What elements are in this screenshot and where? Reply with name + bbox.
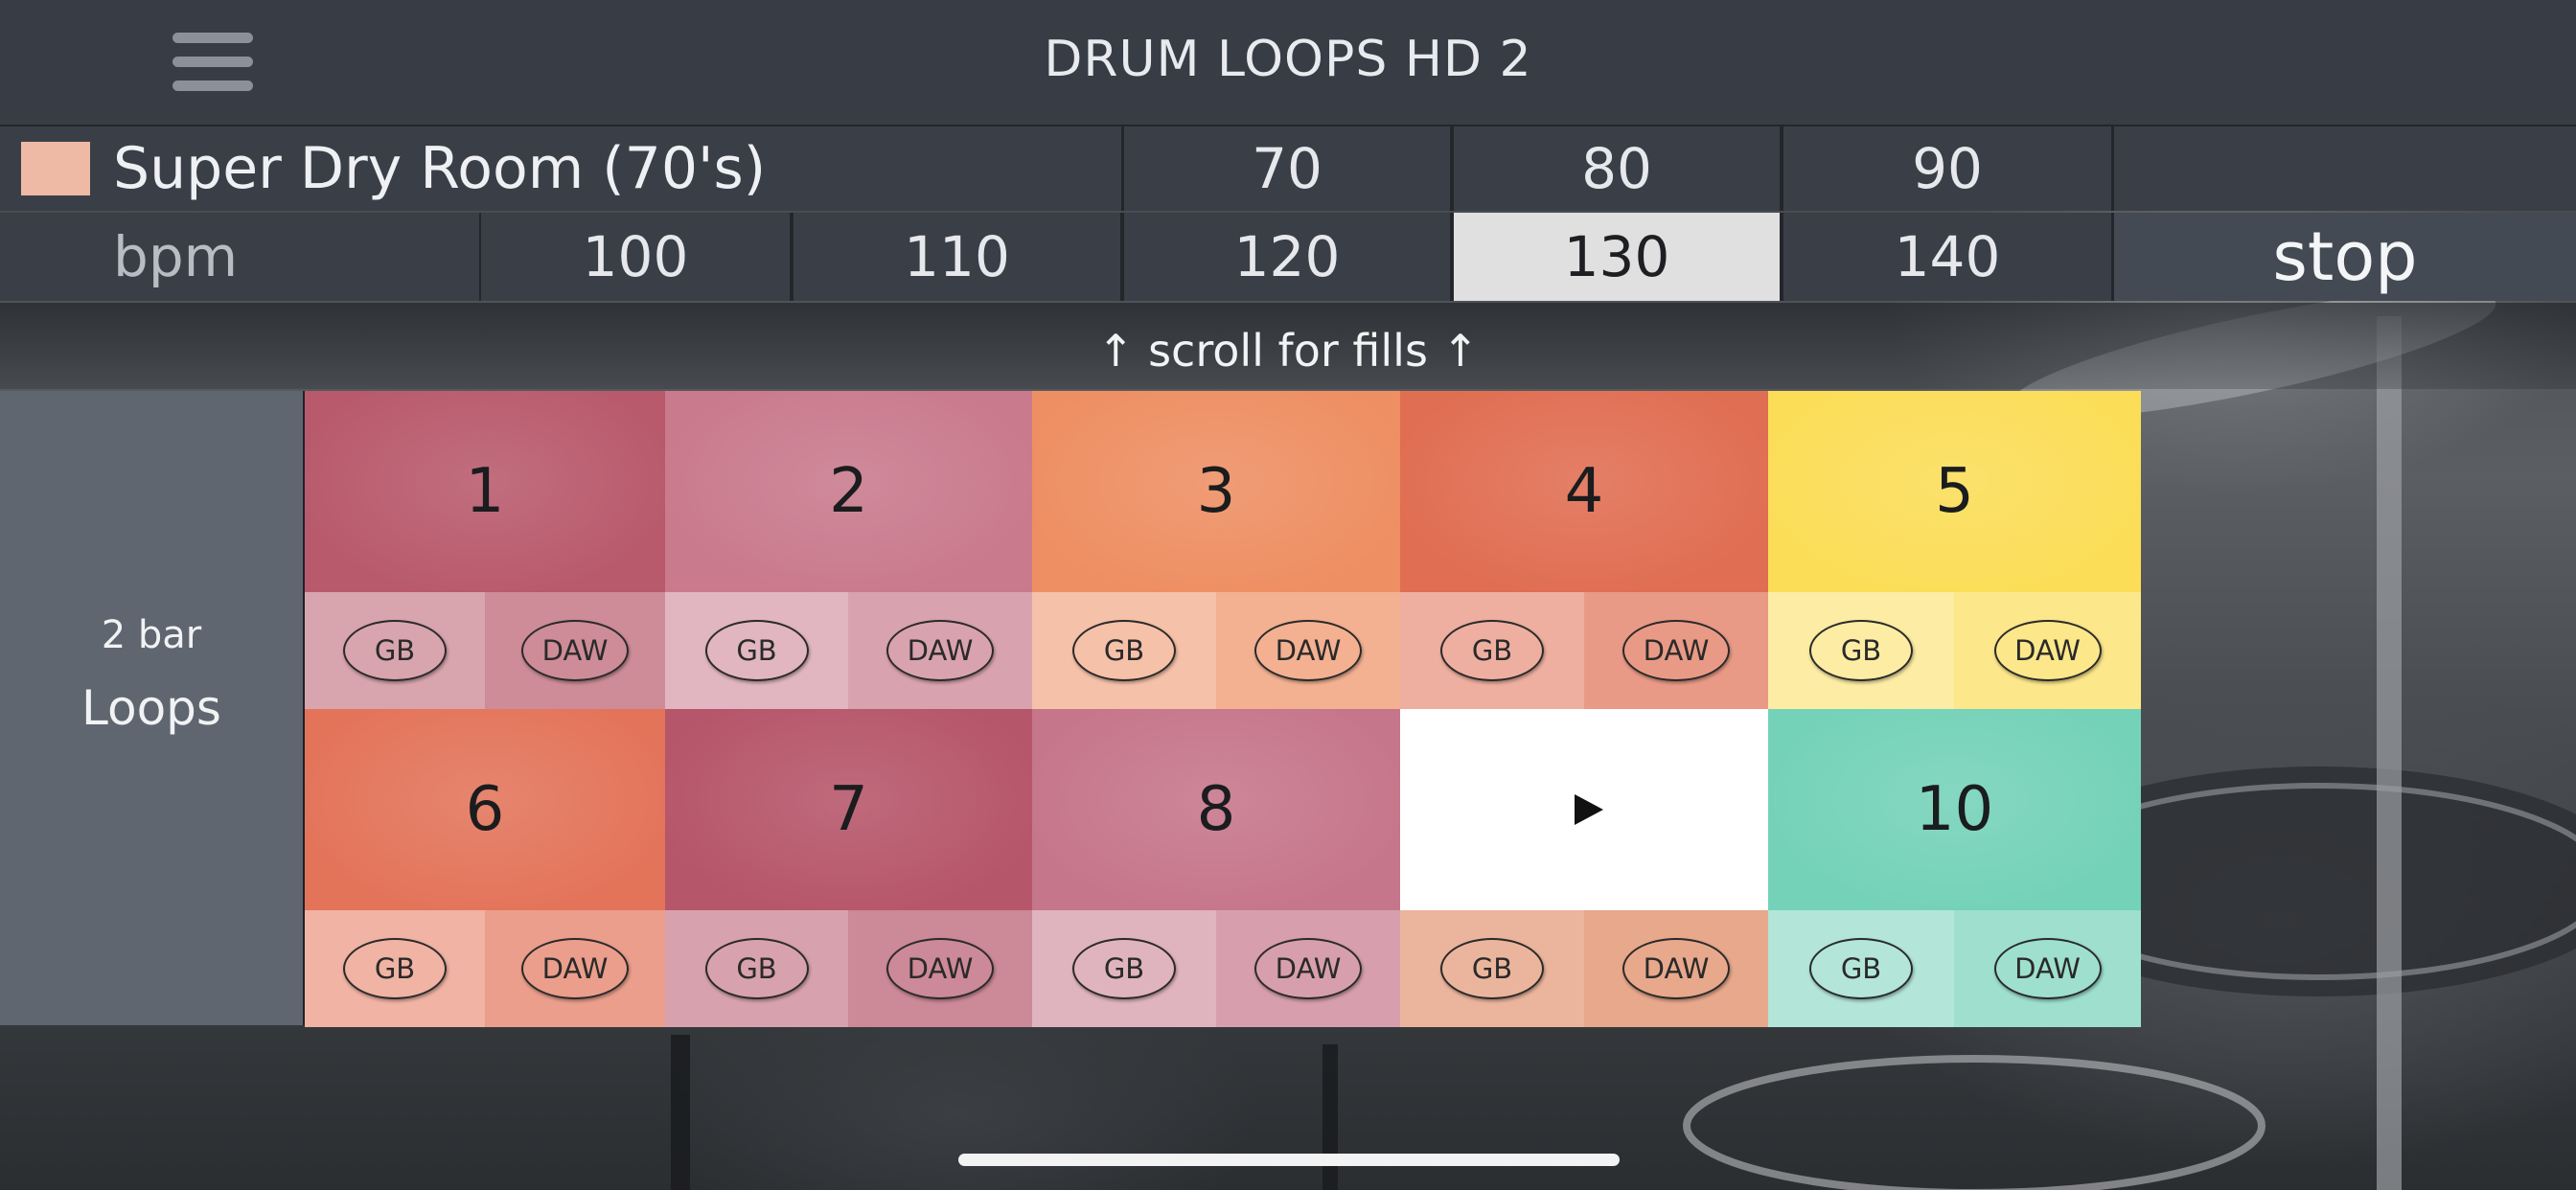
loop-pad-2[interactable]: 2 bbox=[665, 391, 1032, 592]
loop-pad-number: 5 bbox=[1935, 456, 1974, 527]
daw-export-label: DAW bbox=[1254, 620, 1362, 681]
daw-export-button-9[interactable]: DAW bbox=[1584, 910, 1768, 1027]
tempo-row-1-empty bbox=[2114, 126, 2576, 211]
tempo-button-130-selected[interactable]: 130 bbox=[1454, 213, 1780, 301]
daw-export-button-6[interactable]: DAW bbox=[485, 910, 665, 1027]
gb-export-label: GB bbox=[1072, 938, 1176, 999]
daw-export-button-3[interactable]: DAW bbox=[1216, 592, 1400, 709]
gb-export-label: GB bbox=[704, 620, 809, 681]
loop-pad-number: 6 bbox=[465, 774, 505, 845]
gb-export-label: GB bbox=[1072, 620, 1176, 681]
loop-pad-number: 4 bbox=[1564, 456, 1604, 527]
daw-export-label: DAW bbox=[521, 938, 629, 999]
tempo-button-110[interactable]: 110 bbox=[794, 213, 1120, 301]
gb-export-button-4[interactable]: GB bbox=[1400, 592, 1584, 709]
tempo-button-120[interactable]: 120 bbox=[1124, 213, 1450, 301]
loop-pad-number: 10 bbox=[1915, 774, 1994, 845]
loop-pad-10[interactable]: 10 bbox=[1768, 709, 2141, 910]
tempo-button-140[interactable]: 140 bbox=[1783, 213, 2111, 301]
loop-pad-4[interactable]: 4 bbox=[1400, 391, 1768, 592]
gb-export-button-5[interactable]: GB bbox=[1768, 592, 1954, 709]
scroll-hint: ↑ scroll for fills ↑ bbox=[1096, 325, 1480, 377]
loop-pad-number: 7 bbox=[829, 774, 868, 845]
gb-export-label: GB bbox=[1440, 938, 1544, 999]
gb-export-label: GB bbox=[1809, 620, 1913, 681]
loop-pad-5[interactable]: 5 bbox=[1768, 391, 2141, 592]
daw-export-label: DAW bbox=[886, 938, 994, 999]
play-icon bbox=[1575, 794, 1603, 825]
loop-pad-number: 2 bbox=[829, 456, 868, 527]
tempo-button-80[interactable]: 80 bbox=[1454, 126, 1780, 211]
gb-export-button-3[interactable]: GB bbox=[1032, 592, 1216, 709]
title-bar: DRUM LOOPS HD 2 bbox=[0, 0, 2576, 126]
loop-pad-1[interactable]: 1 bbox=[305, 391, 665, 592]
gb-export-label: GB bbox=[704, 938, 809, 999]
gb-export-button-1[interactable]: GB bbox=[305, 592, 485, 709]
gb-export-button-2[interactable]: GB bbox=[665, 592, 848, 709]
daw-export-label: DAW bbox=[1993, 620, 2102, 681]
loop-pad-playing[interactable] bbox=[1400, 709, 1768, 910]
gb-export-button-9[interactable]: GB bbox=[1400, 910, 1584, 1027]
section-title: Loops bbox=[81, 680, 221, 736]
gb-export-label: GB bbox=[1809, 938, 1913, 999]
bpm-label: bpm bbox=[0, 213, 479, 301]
daw-export-label: DAW bbox=[886, 620, 994, 681]
loop-pad-number: 3 bbox=[1196, 456, 1236, 527]
gb-export-label: GB bbox=[343, 938, 447, 999]
daw-export-label: DAW bbox=[1622, 938, 1730, 999]
gb-export-button-6[interactable]: GB bbox=[305, 910, 485, 1027]
tempo-button-70[interactable]: 70 bbox=[1124, 126, 1450, 211]
loop-pad-number: 8 bbox=[1196, 774, 1236, 845]
preset-name: Super Dry Room (70's) bbox=[113, 135, 767, 202]
gb-export-label: GB bbox=[1440, 620, 1544, 681]
app-title: DRUM LOOPS HD 2 bbox=[1044, 31, 1532, 88]
daw-export-button-4[interactable]: DAW bbox=[1584, 592, 1768, 709]
daw-export-label: DAW bbox=[1622, 620, 1730, 681]
daw-export-button-7[interactable]: DAW bbox=[848, 910, 1032, 1027]
daw-export-label: DAW bbox=[1993, 938, 2102, 999]
gb-export-label: GB bbox=[343, 620, 447, 681]
home-indicator[interactable] bbox=[958, 1154, 1620, 1166]
daw-export-button-2[interactable]: DAW bbox=[848, 592, 1032, 709]
loop-pad-8[interactable]: 8 bbox=[1032, 709, 1400, 910]
daw-export-button-5[interactable]: DAW bbox=[1954, 592, 2141, 709]
daw-export-label: DAW bbox=[521, 620, 629, 681]
preset-selector[interactable]: Super Dry Room (70's) bbox=[0, 126, 1121, 211]
gb-export-button-10[interactable]: GB bbox=[1768, 910, 1954, 1027]
daw-export-button-10[interactable]: DAW bbox=[1954, 910, 2141, 1027]
loop-pad-7[interactable]: 7 bbox=[665, 709, 1032, 910]
loop-pad-number: 1 bbox=[465, 456, 505, 527]
stop-button[interactable]: stop bbox=[2114, 213, 2576, 301]
tempo-row-2: bpm 100 110 120 130 140 stop bbox=[0, 213, 2576, 301]
loop-pad-6[interactable]: 6 bbox=[305, 709, 665, 910]
gb-export-button-7[interactable]: GB bbox=[665, 910, 848, 1027]
daw-export-button-8[interactable]: DAW bbox=[1216, 910, 1400, 1027]
gb-export-button-8[interactable]: GB bbox=[1032, 910, 1216, 1027]
loop-pad-3[interactable]: 3 bbox=[1032, 391, 1400, 592]
section-bar-count: 2 bar bbox=[101, 613, 202, 657]
daw-export-label: DAW bbox=[1254, 938, 1362, 999]
tempo-row-1: Super Dry Room (70's) 70 80 90 bbox=[0, 126, 2576, 211]
preset-color-swatch bbox=[21, 142, 90, 195]
tempo-button-100[interactable]: 100 bbox=[481, 213, 790, 301]
daw-export-button-1[interactable]: DAW bbox=[485, 592, 665, 709]
tempo-button-90[interactable]: 90 bbox=[1783, 126, 2111, 211]
